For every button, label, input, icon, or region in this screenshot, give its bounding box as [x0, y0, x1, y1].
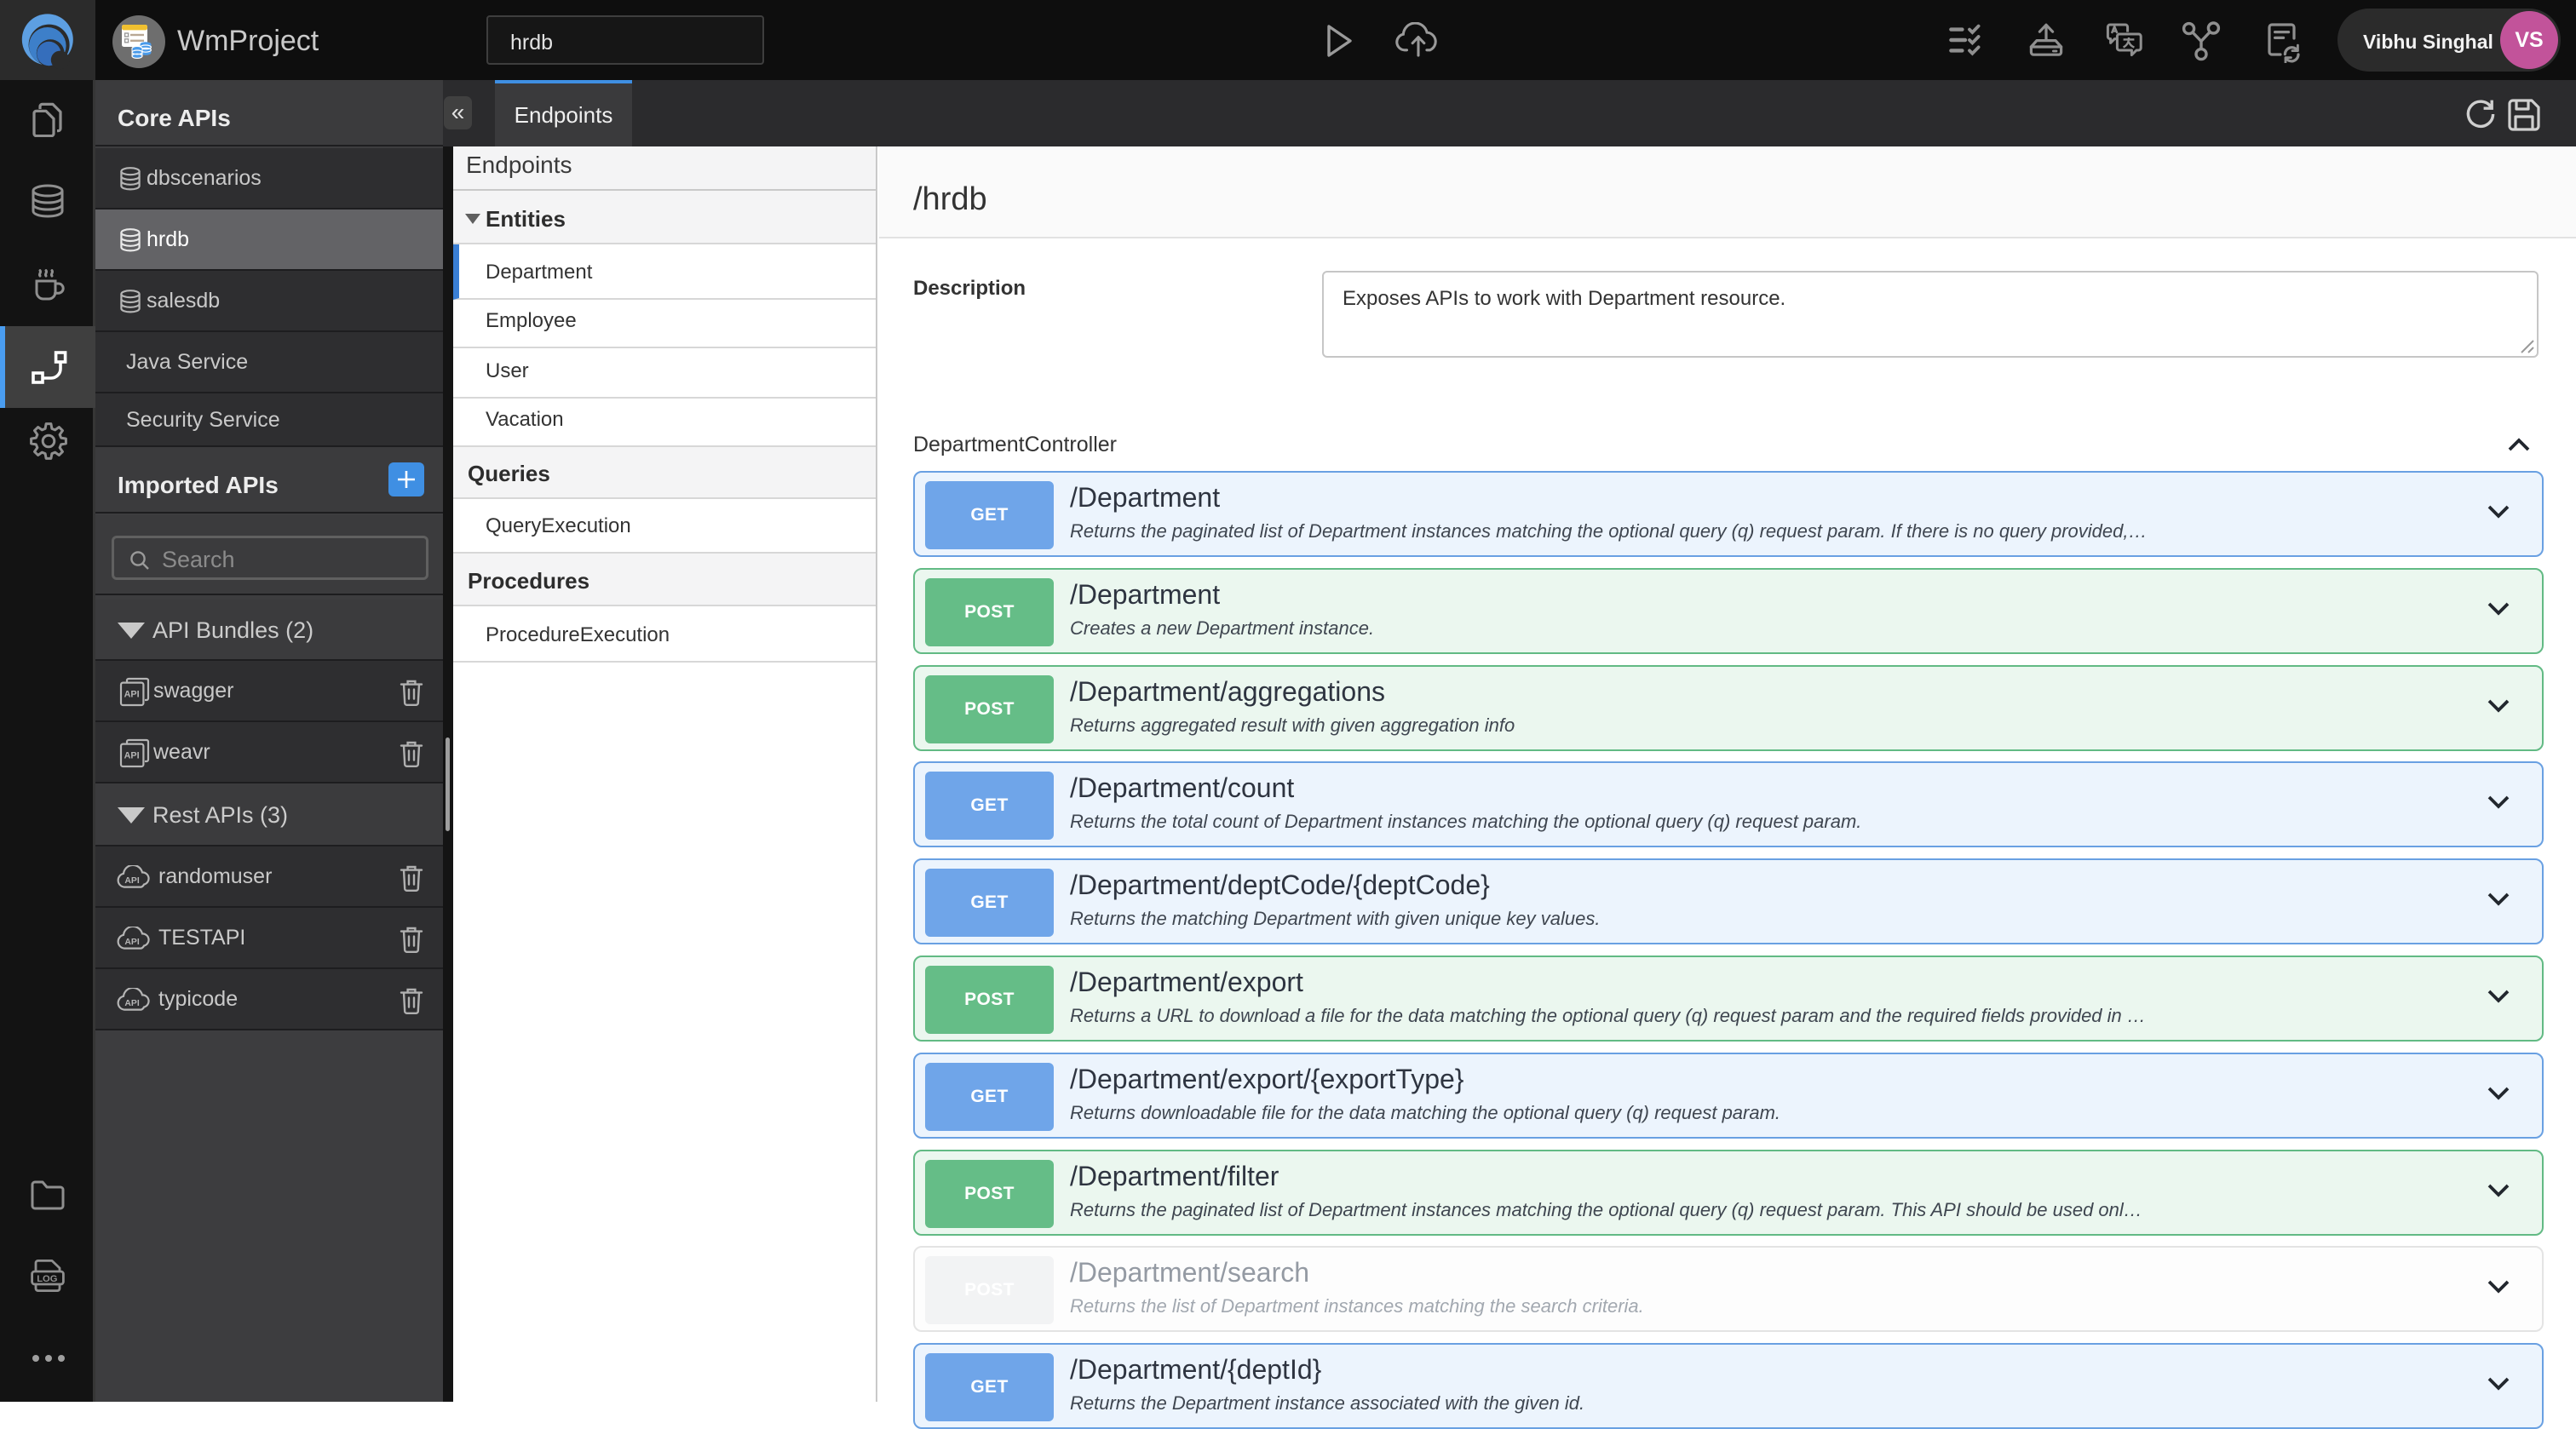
svg-text:API: API: [124, 938, 139, 947]
svg-text:API: API: [124, 999, 139, 1008]
svg-text:API: API: [124, 876, 139, 886]
svg-text:API: API: [124, 690, 140, 700]
svg-text:LOG: LOG: [37, 1274, 58, 1284]
svg-text:API: API: [124, 751, 140, 761]
